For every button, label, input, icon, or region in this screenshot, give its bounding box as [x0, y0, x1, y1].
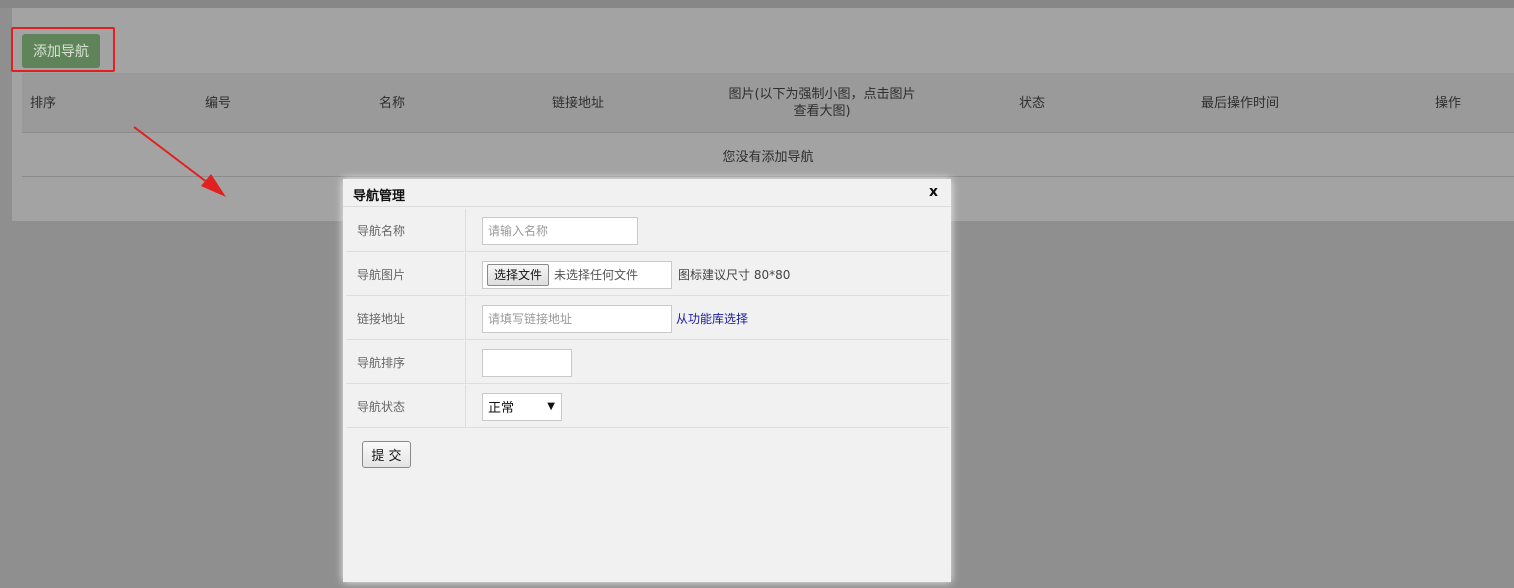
header-name: 名称 — [378, 95, 405, 111]
header-actions: 操作 — [1434, 95, 1461, 111]
file-status-text: 未选择任何文件 — [554, 268, 639, 282]
header-sort: 排序 — [29, 95, 56, 111]
nav-status-select[interactable]: 正常 ▼ — [482, 392, 562, 421]
header-last-modified: 最后操作时间 — [1200, 95, 1279, 111]
link-url-label: 链接地址 — [346, 297, 466, 340]
row-link-url: 链接地址 请填写链接地址 从功能库选择 — [346, 297, 949, 340]
choose-file-button[interactable]: 选择文件 — [487, 263, 550, 286]
row-nav-image: 导航图片 选择文件 未选择任何文件 图标建议尺寸 80*80 — [346, 253, 949, 296]
select-from-library-link[interactable]: 从功能库选择 — [676, 310, 748, 327]
header-image: 图片(以下为强制小图，点击图片查看大图) — [728, 87, 916, 119]
dialog-title: 导航管理 — [353, 189, 406, 204]
row-nav-name: 导航名称 请输入名称 — [346, 209, 949, 252]
row-nav-status: 导航状态 正常 ▼ — [346, 385, 949, 428]
close-icon[interactable]: x — [929, 184, 938, 200]
nav-sort-input[interactable] — [482, 348, 572, 377]
nav-image-file-input[interactable]: 选择文件 未选择任何文件 — [482, 260, 672, 289]
image-size-hint: 图标建议尺寸 80*80 — [678, 268, 791, 282]
submit-button[interactable]: 提 交 — [362, 441, 411, 468]
dialog-header: 导航管理 x — [343, 179, 951, 207]
row-nav-sort: 导航排序 — [346, 341, 949, 384]
header-status: 状态 — [1018, 95, 1045, 111]
nav-management-dialog: 导航管理 x 导航名称 请输入名称 导航图片 选择文件 未选择任何文件 图标建议… — [343, 179, 951, 582]
empty-table-message: 您没有添加导航 — [22, 134, 1514, 177]
table-header: 排序 编号 名称 链接地址 图片(以下为强制小图，点击图片查看大图) 状态 最后… — [22, 73, 1514, 133]
chevron-down-icon: ▼ — [547, 401, 555, 412]
nav-name-input[interactable]: 请输入名称 — [482, 216, 638, 245]
link-url-input[interactable]: 请填写链接地址 — [482, 304, 672, 333]
nav-image-label: 导航图片 — [346, 253, 466, 296]
nav-name-label: 导航名称 — [346, 209, 466, 252]
nav-status-label: 导航状态 — [346, 385, 466, 428]
top-bar — [0, 0, 1514, 8]
nav-sort-label: 导航排序 — [346, 341, 466, 384]
highlight-annotation — [11, 27, 115, 72]
header-link: 链接地址 — [551, 95, 604, 111]
header-id: 编号 — [204, 95, 231, 111]
status-selected-value: 正常 — [488, 401, 515, 416]
